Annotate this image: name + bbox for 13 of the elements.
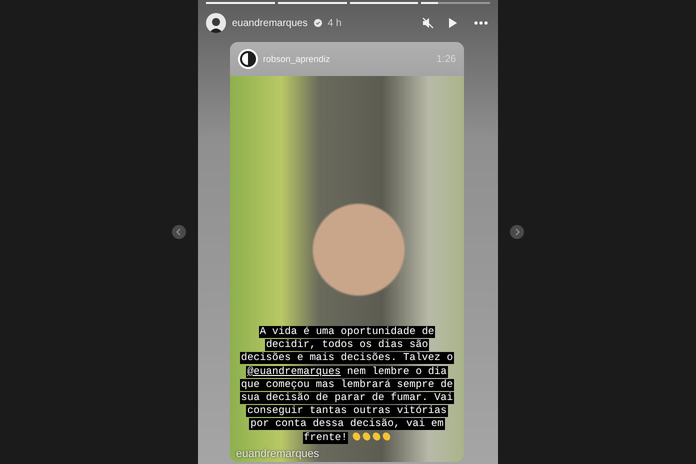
avatar[interactable] (206, 13, 226, 33)
next-button[interactable] (510, 225, 524, 239)
muted-speaker-icon[interactable] (422, 17, 434, 29)
play-icon[interactable] (448, 17, 458, 29)
username[interactable]: euandremarques (232, 18, 308, 28)
previous-button[interactable] (172, 225, 186, 239)
chevron-right-icon (513, 228, 521, 236)
avatar[interactable] (238, 49, 258, 69)
caption-text: A vida é uma oportunidade de decidir, todos os dias são decisões e mais decisões. Talvez o @euandremarques nem lembre o dia que começou mas lembrará sempre de sua decisão de parar de fumar. Vai conseguir tantas outras vitórias por conta dessa decisão, vai em frente! (238, 326, 455, 445)
chevron-left-icon (175, 228, 183, 236)
post-time: 4 h (328, 18, 342, 28)
more-options-icon[interactable] (474, 21, 488, 25)
mention-link[interactable]: @euandremarques (247, 366, 341, 378)
